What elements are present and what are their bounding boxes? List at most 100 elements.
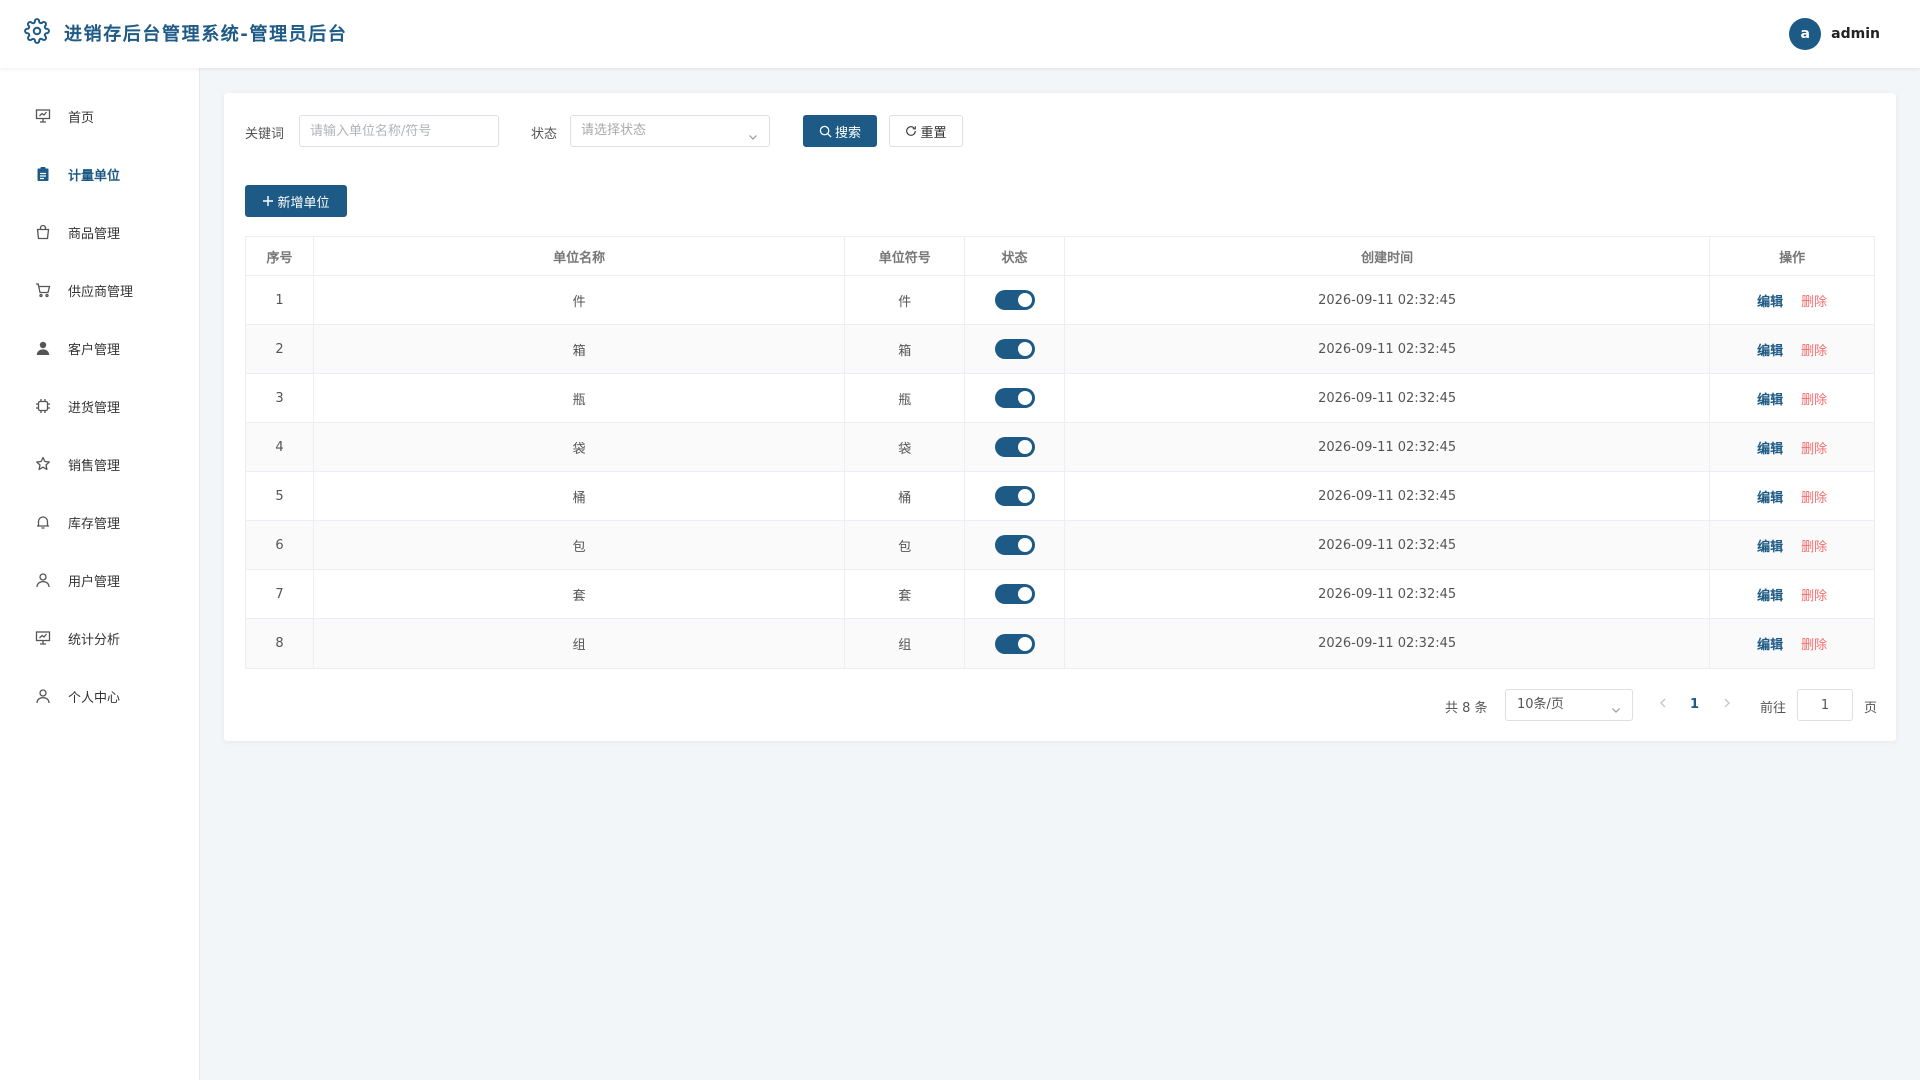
sidebar-item-label: 用户管理 bbox=[68, 574, 121, 590]
row-index: 5 bbox=[246, 472, 314, 520]
sidebar-item-purchases[interactable]: 进货管理 bbox=[0, 382, 200, 430]
user-menu[interactable]: a admin bbox=[1789, 18, 1880, 50]
user-icon bbox=[34, 687, 52, 705]
row-created: 2026-09-11 02:32:45 bbox=[1065, 325, 1711, 373]
chevron-left-icon bbox=[1660, 698, 1666, 708]
sidebar-item-inventory[interactable]: 库存管理 bbox=[0, 498, 200, 546]
table-row: 5 桶 桶 2026-09-11 02:32:45 编辑 删除 bbox=[246, 472, 1874, 521]
sidebar-item-home[interactable]: 首页 bbox=[0, 92, 200, 140]
status-toggle[interactable] bbox=[994, 388, 1035, 408]
username[interactable]: admin bbox=[1831, 26, 1880, 42]
header-index: 序号 bbox=[246, 237, 314, 275]
row-name: 袋 bbox=[314, 423, 846, 471]
next-page-button[interactable] bbox=[1722, 697, 1732, 713]
status-toggle[interactable] bbox=[994, 633, 1035, 654]
search-icon bbox=[819, 125, 832, 138]
status-toggle[interactable] bbox=[994, 535, 1035, 555]
row-index: 3 bbox=[246, 374, 314, 422]
sidebar-item-suppliers[interactable]: 供应商管理 bbox=[0, 266, 200, 314]
status-toggle[interactable] bbox=[994, 339, 1035, 359]
add-unit-button-label: 新增单位 bbox=[277, 195, 330, 211]
table-row: 4 袋 袋 2026-09-11 02:32:45 编辑 删除 bbox=[246, 423, 1874, 472]
sidebar-item-label: 商品管理 bbox=[68, 226, 121, 242]
row-name: 桶 bbox=[314, 472, 846, 520]
chevron-down-icon bbox=[747, 125, 759, 155]
plus-icon bbox=[262, 195, 274, 207]
edit-button[interactable]: 编辑 bbox=[1757, 340, 1783, 359]
bell-icon bbox=[34, 513, 52, 531]
status-toggle[interactable] bbox=[994, 584, 1035, 604]
table-row: 6 包 包 2026-09-11 02:32:45 编辑 删除 bbox=[246, 521, 1874, 570]
chart-board-icon bbox=[34, 629, 52, 647]
sidebar-item-label: 统计分析 bbox=[68, 632, 121, 648]
delete-button[interactable]: 删除 bbox=[1801, 291, 1827, 310]
edit-button[interactable]: 编辑 bbox=[1757, 536, 1783, 555]
sidebar-item-products[interactable]: 商品管理 bbox=[0, 208, 200, 256]
sidebar-item-sales[interactable]: 销售管理 bbox=[0, 440, 200, 488]
pagination-total: 共 8 条 bbox=[1445, 701, 1488, 716]
edit-button[interactable]: 编辑 bbox=[1757, 291, 1783, 310]
page-size-select[interactable]: 10条/页 bbox=[1505, 689, 1633, 721]
sidebar-item-customers[interactable]: 客户管理 bbox=[0, 324, 200, 372]
row-symbol: 包 bbox=[845, 521, 966, 569]
add-unit-button[interactable]: 新增单位 bbox=[245, 185, 347, 217]
delete-button[interactable]: 删除 bbox=[1801, 438, 1827, 457]
sidebar-item-label: 销售管理 bbox=[68, 458, 121, 474]
goto-label: 前往 bbox=[1760, 701, 1787, 716]
row-symbol: 袋 bbox=[845, 423, 966, 471]
row-created: 2026-09-11 02:32:45 bbox=[1065, 521, 1711, 569]
delete-button[interactable]: 删除 bbox=[1801, 340, 1827, 359]
header-status: 状态 bbox=[965, 237, 1065, 275]
edit-button[interactable]: 编辑 bbox=[1757, 634, 1783, 653]
row-status-cell bbox=[965, 570, 1065, 618]
sidebar-item-label: 供应商管理 bbox=[68, 284, 134, 300]
sidebar-item-users[interactable]: 用户管理 bbox=[0, 556, 200, 604]
row-status-cell bbox=[965, 472, 1065, 520]
sidebar-item-profile[interactable]: 个人中心 bbox=[0, 672, 200, 720]
row-status-cell bbox=[965, 521, 1065, 569]
delete-button[interactable]: 删除 bbox=[1801, 585, 1827, 604]
row-index: 1 bbox=[246, 276, 314, 324]
status-toggle[interactable] bbox=[994, 486, 1035, 506]
goto-page-input[interactable] bbox=[1797, 689, 1853, 721]
row-status-cell bbox=[965, 619, 1065, 668]
status-select[interactable]: 请选择状态 bbox=[570, 115, 770, 147]
header-created: 创建时间 bbox=[1065, 237, 1711, 275]
table-row: 7 套 套 2026-09-11 02:32:45 编辑 删除 bbox=[246, 570, 1874, 619]
row-actions: 编辑 删除 bbox=[1710, 374, 1874, 422]
row-symbol: 桶 bbox=[845, 472, 966, 520]
status-toggle[interactable] bbox=[994, 437, 1035, 457]
top-bar: 进销存后台管理系统-管理员后台 a admin bbox=[0, 0, 1920, 68]
row-status-cell bbox=[965, 325, 1065, 373]
search-button[interactable]: 搜索 bbox=[803, 115, 877, 147]
row-actions: 编辑 删除 bbox=[1710, 570, 1874, 618]
row-symbol: 组 bbox=[845, 619, 966, 668]
delete-button[interactable]: 删除 bbox=[1801, 389, 1827, 408]
prev-page-button[interactable] bbox=[1658, 697, 1668, 713]
user-icon bbox=[34, 571, 52, 589]
reset-button-label: 重置 bbox=[920, 125, 947, 141]
reset-button[interactable]: 重置 bbox=[889, 115, 963, 147]
keyword-input[interactable] bbox=[299, 115, 499, 147]
sidebar-item-units[interactable]: 计量单位 bbox=[0, 150, 200, 198]
edit-button[interactable]: 编辑 bbox=[1757, 585, 1783, 604]
status-select-placeholder: 请选择状态 bbox=[581, 123, 647, 138]
edit-button[interactable]: 编辑 bbox=[1757, 438, 1783, 457]
clipboard-icon bbox=[34, 165, 52, 183]
row-status-cell bbox=[965, 374, 1065, 422]
delete-button[interactable]: 删除 bbox=[1801, 536, 1827, 555]
sidebar-item-statistics[interactable]: 统计分析 bbox=[0, 614, 200, 662]
shopping-bag-icon bbox=[34, 223, 52, 241]
edit-button[interactable]: 编辑 bbox=[1757, 487, 1783, 506]
row-actions: 编辑 删除 bbox=[1710, 521, 1874, 569]
delete-button[interactable]: 删除 bbox=[1801, 634, 1827, 653]
row-created: 2026-09-11 02:32:45 bbox=[1065, 472, 1711, 520]
status-toggle[interactable] bbox=[994, 290, 1035, 310]
row-actions: 编辑 删除 bbox=[1710, 276, 1874, 324]
delete-button[interactable]: 删除 bbox=[1801, 487, 1827, 506]
edit-button[interactable]: 编辑 bbox=[1757, 389, 1783, 408]
page-number-1[interactable]: 1 bbox=[1690, 697, 1699, 712]
row-name: 瓶 bbox=[314, 374, 846, 422]
avatar[interactable]: a bbox=[1789, 18, 1822, 50]
sidebar-item-label: 客户管理 bbox=[68, 342, 121, 358]
